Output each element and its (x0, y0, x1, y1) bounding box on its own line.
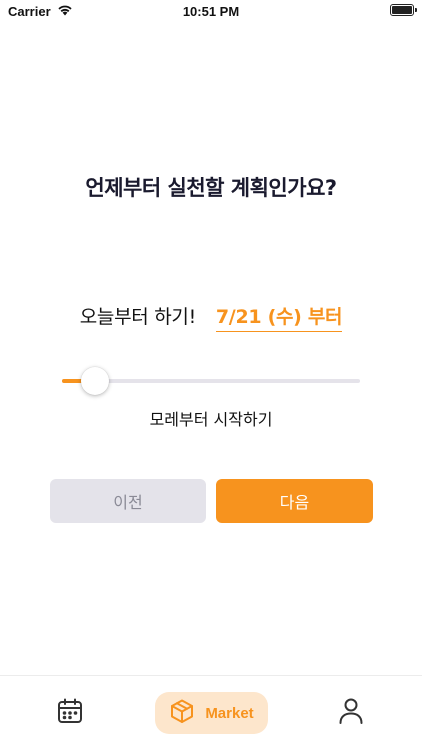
start-row: 오늘부터 하기! 7/21 (수) 부터 (0, 302, 422, 332)
start-date-link[interactable]: 7/21 (수) 부터 (215, 302, 343, 332)
tab-profile[interactable] (331, 692, 371, 734)
next-button[interactable]: 다음 (216, 479, 373, 523)
calendar-icon (56, 697, 84, 729)
box-icon (169, 698, 195, 728)
tab-bar: Market (0, 675, 422, 750)
status-bar: Carrier 10:51 PM (0, 0, 422, 24)
slider-thumb[interactable] (80, 367, 109, 395)
tab-market-label: Market (205, 704, 254, 722)
slider-caption: 모레부터 시작하기 (149, 410, 273, 429)
status-right (390, 4, 417, 16)
start-label: 오늘부터 하기! (79, 306, 196, 328)
tab-market[interactable]: Market (155, 692, 268, 734)
battery-icon (390, 4, 417, 16)
tab-calendar[interactable] (50, 692, 90, 734)
status-time: 10:51 PM (182, 4, 240, 19)
question-title: 언제부터 실천할 계획인가요? (85, 176, 337, 200)
screen: Carrier 10:51 PM 언제부터 실천할 계획인가요? 오늘부터 하기… (0, 0, 422, 750)
start-day-slider[interactable] (62, 366, 360, 396)
person-icon (338, 697, 364, 729)
battery-level (392, 6, 412, 14)
prev-button[interactable]: 이전 (50, 479, 206, 523)
